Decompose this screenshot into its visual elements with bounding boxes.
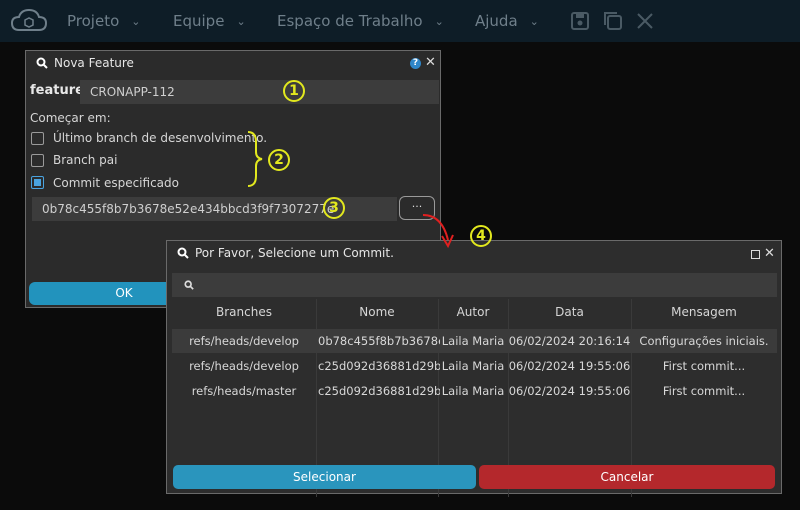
- cell-branch: refs/heads/develop: [189, 334, 299, 348]
- dialog-title: Por Favor, Selecione um Commit.: [195, 246, 394, 260]
- menu-equipe[interactable]: Equipe ⌄: [173, 0, 246, 42]
- close-icon[interactable]: ✕: [425, 55, 436, 70]
- menu-projeto-label: Projeto: [67, 12, 120, 30]
- search-icon: [36, 57, 48, 69]
- search-icon: [184, 280, 194, 290]
- option-branch-pai-label: Branch pai: [53, 153, 118, 167]
- callout-1: 1: [283, 80, 305, 102]
- option-commit-label: Commit especificado: [53, 176, 179, 190]
- chevron-down-icon: ⌄: [236, 14, 246, 28]
- callout-2: 2: [268, 149, 290, 171]
- menu-projeto[interactable]: Projeto ⌄: [67, 0, 140, 42]
- help-icon[interactable]: ?: [410, 58, 421, 69]
- commit-search-input[interactable]: [172, 273, 777, 297]
- table-row[interactable]: refs/heads/master c25d092d36881d29b8 Lai…: [172, 379, 777, 403]
- cloud-logo-icon: [10, 8, 48, 31]
- save-icon[interactable]: [570, 11, 590, 31]
- callout-4: 4: [470, 225, 492, 247]
- col-header-data[interactable]: Data: [508, 299, 631, 325]
- callout-3: 3: [323, 197, 345, 219]
- menu-espaco-label: Espaço de Trabalho: [277, 12, 423, 30]
- option-ultimo-branch-label: Último branch de desenvolvimento.: [53, 131, 268, 145]
- save-all-icon[interactable]: [603, 11, 623, 31]
- cell-message: First commit...: [662, 359, 746, 373]
- col-header-nome[interactable]: Nome: [316, 299, 438, 325]
- search-icon: [177, 247, 189, 259]
- cell-name: 0b78c455f8b7b3678e5: [318, 334, 440, 348]
- chevron-down-icon: ⌄: [434, 14, 444, 28]
- option-commit-checkbox[interactable]: [31, 176, 44, 189]
- arrow-icon: [422, 214, 454, 249]
- cell-author: Laila Maria: [441, 384, 505, 398]
- select-commit-dialog: Por Favor, Selecione um Commit. ✕ Branch…: [166, 240, 782, 497]
- cell-branch: refs/heads/master: [191, 384, 297, 398]
- option-branch-pai-checkbox[interactable]: [31, 154, 44, 167]
- cell-branch: refs/heads/develop: [189, 359, 299, 373]
- cell-name: c25d092d36881d29b8: [318, 384, 440, 398]
- close-icon[interactable]: ✕: [764, 246, 775, 261]
- cancel-button[interactable]: Cancelar: [479, 465, 775, 489]
- close-icon[interactable]: [635, 11, 655, 31]
- col-header-mensagem[interactable]: Mensagem: [631, 299, 777, 325]
- col-header-autor[interactable]: Autor: [438, 299, 508, 325]
- cell-message: Configurações iniciais.: [639, 334, 769, 348]
- option-ultimo-branch-checkbox[interactable]: [31, 132, 44, 145]
- cell-date: 06/02/2024 19:55:06: [508, 384, 631, 398]
- cell-date: 06/02/2024 20:16:14: [508, 334, 631, 348]
- cell-author: Laila Maria: [441, 359, 505, 373]
- brace-icon: [247, 131, 263, 187]
- menu-ajuda[interactable]: Ajuda ⌄: [475, 0, 539, 42]
- select-button[interactable]: Selecionar: [173, 465, 476, 489]
- col-header-branches[interactable]: Branches: [172, 299, 316, 325]
- table-row[interactable]: refs/heads/develop 0b78c455f8b7b3678e5 L…: [172, 329, 777, 353]
- start-at-label: Começar em:: [30, 111, 111, 125]
- cell-author: Laila Maria: [441, 334, 505, 348]
- feature-name-input[interactable]: CRONAPP-112: [80, 80, 439, 104]
- chevron-down-icon: ⌄: [529, 14, 539, 28]
- chevron-down-icon: ⌄: [131, 14, 141, 28]
- cell-date: 06/02/2024 19:55:06: [508, 359, 631, 373]
- cell-name: c25d092d36881d29b8: [318, 359, 440, 373]
- menu-espaco-de-trabalho[interactable]: Espaço de Trabalho ⌄: [277, 0, 444, 42]
- maximize-icon[interactable]: [751, 250, 760, 259]
- menu-ajuda-label: Ajuda: [475, 12, 518, 30]
- table-row[interactable]: refs/heads/develop c25d092d36881d29b8 La…: [172, 354, 777, 378]
- dialog-title-bar: Nova Feature: [26, 51, 440, 75]
- cell-message: First commit...: [662, 384, 746, 398]
- dialog-title: Nova Feature: [54, 56, 134, 70]
- top-menu-bar: Projeto ⌄ Equipe ⌄ Espaço de Trabalho ⌄ …: [0, 0, 800, 42]
- menu-equipe-label: Equipe: [173, 12, 225, 30]
